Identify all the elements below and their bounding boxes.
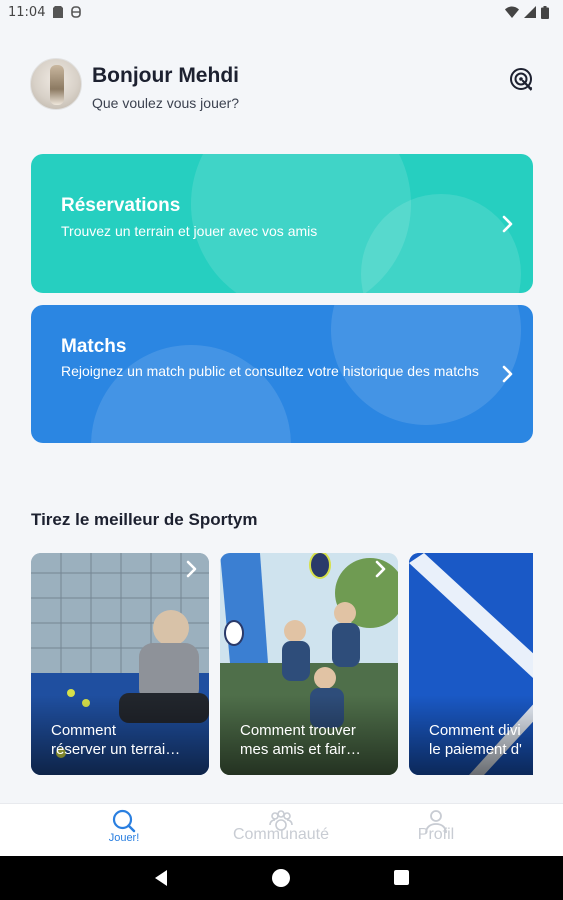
sd-card-icon [53, 6, 64, 18]
tip-card-reserve[interactable]: Comment réserver un terrai… [31, 553, 209, 775]
nav-jouer-label: Jouer! [108, 832, 140, 844]
tip-label: Comment divi le paiement d' [429, 722, 522, 758]
sync-icon [71, 6, 82, 18]
nav-jouer[interactable]: Jouer! [100, 808, 148, 844]
nav-communaute[interactable]: Communauté [222, 808, 340, 844]
home-icon[interactable] [272, 869, 290, 887]
chevron-right-icon [186, 560, 197, 578]
status-bar: 11:04 [0, 0, 563, 24]
chevron-right-icon [375, 560, 386, 578]
tips-section-title: Tirez le meilleur de Sportym [31, 510, 258, 529]
system-navigation-bar [0, 856, 563, 900]
battery-icon [541, 5, 549, 19]
tip-card-friends[interactable]: Comment trouver mes amis et fair… [220, 553, 398, 775]
card-decoration [91, 345, 291, 443]
chevron-right-icon [502, 365, 513, 383]
tip-label: Comment réserver un terrai… [51, 722, 181, 758]
nav-profil-label: Profil [417, 826, 455, 843]
tip-card-payment[interactable]: Comment divi le paiement d' [409, 553, 533, 775]
greeting-title: Bonjour Mehdi [92, 64, 239, 87]
recent-apps-icon[interactable] [394, 870, 409, 885]
matchs-card[interactable]: Matchs Rejoignez un match public et cons… [31, 305, 533, 443]
chevron-right-icon [502, 215, 513, 232]
status-time: 11:04 [8, 4, 46, 20]
signal-icon [524, 6, 536, 18]
header: Bonjour Mehdi Que voulez vous jouer? [30, 58, 535, 114]
matchs-title: Matchs [61, 336, 127, 357]
nav-profil[interactable]: Profil [404, 808, 468, 844]
bottom-navigation: Jouer! Communauté Profil [0, 803, 563, 856]
back-icon[interactable] [152, 869, 170, 887]
wifi-icon [505, 6, 519, 18]
reservations-title: Réservations [61, 195, 181, 216]
target-icon[interactable] [509, 66, 535, 92]
search-icon [112, 809, 136, 833]
tips-carousel[interactable]: Comment réserver un terrai… Comment trou… [31, 553, 533, 775]
reservations-card[interactable]: Réservations Trouvez un terrain et jouer… [31, 154, 533, 293]
matchs-description: Rejoignez un match public et consultez v… [61, 363, 479, 379]
avatar[interactable] [30, 58, 82, 110]
greeting-subtitle: Que voulez vous jouer? [92, 95, 240, 111]
nav-communaute-label: Communauté [232, 826, 330, 843]
reservations-description: Trouvez un terrain et jouer avec vos ami… [61, 223, 318, 239]
tip-label: Comment trouver mes amis et fair… [240, 722, 361, 758]
